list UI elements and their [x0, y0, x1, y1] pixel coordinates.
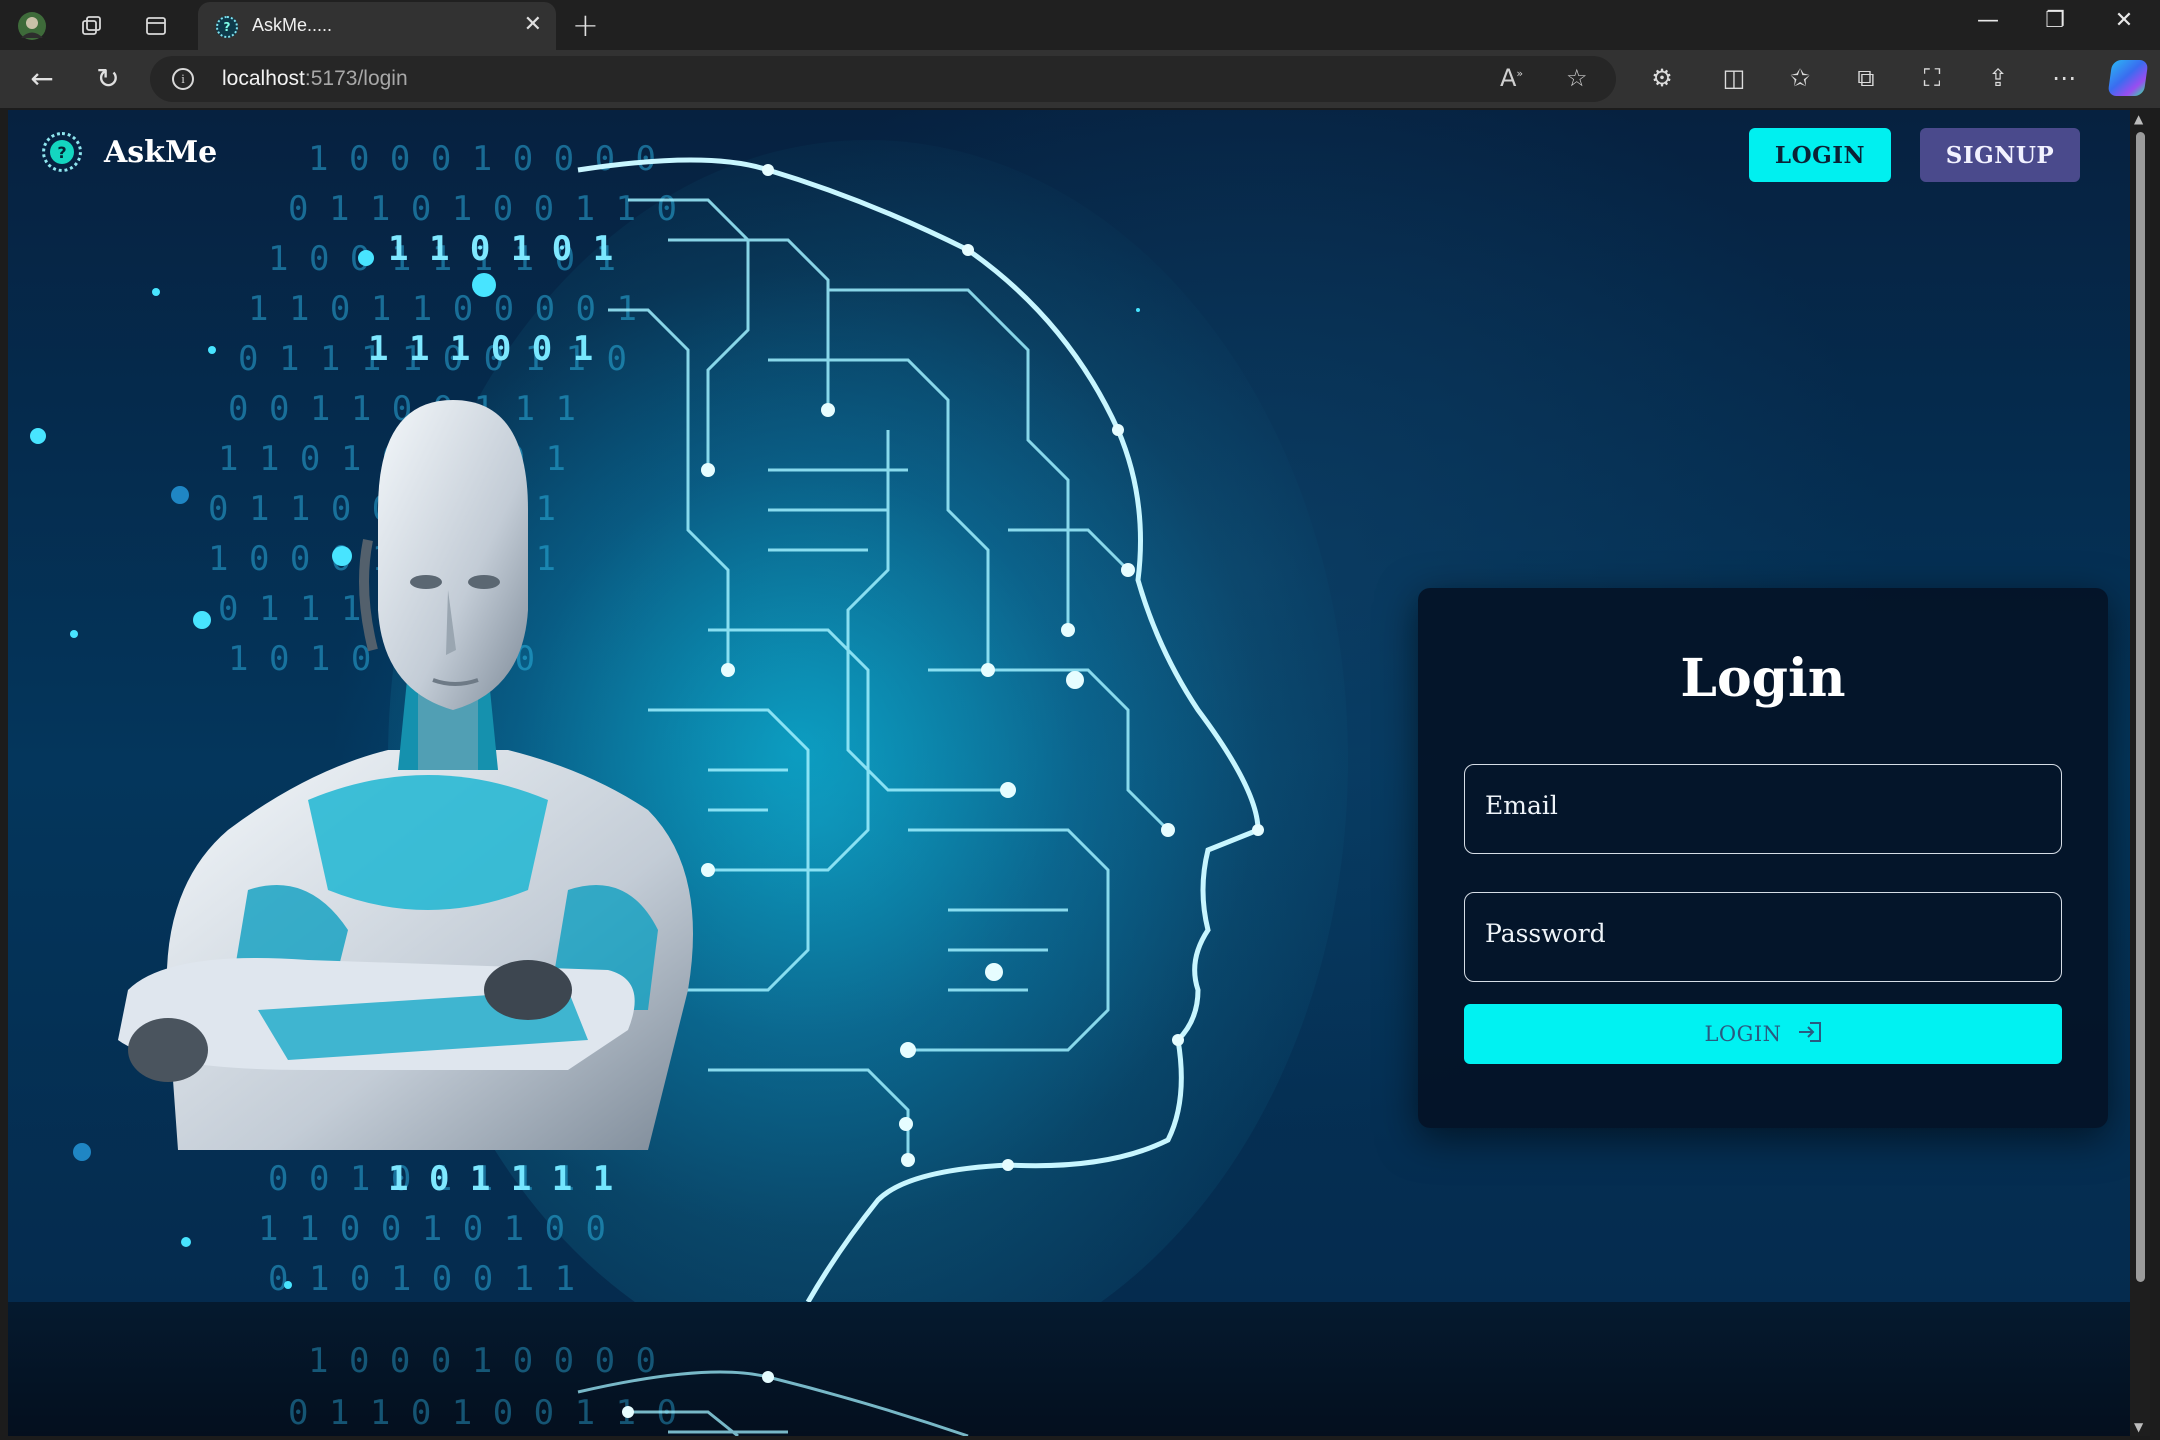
screenshot-icon[interactable]: ⛶ [1912, 64, 1952, 92]
site-info-icon[interactable]: i [172, 68, 194, 90]
scroll-thumb[interactable] [2136, 132, 2145, 1282]
page-scrollbar[interactable]: ▲ ▼ [2130, 110, 2150, 1436]
browser-tab-active[interactable]: ? AskMe..... ✕ [198, 2, 556, 50]
scroll-down-arrow-icon[interactable]: ▼ [2134, 1420, 2143, 1434]
workspaces-icon[interactable] [76, 10, 108, 42]
extensions-icon[interactable]: ⚙ [1642, 64, 1682, 92]
new-tab-button[interactable]: + [572, 6, 599, 44]
svg-text:1 0 0 0 1 0 0 0 0: 1 0 0 0 1 0 0 0 0 [308, 139, 656, 179]
minimize-button[interactable]: — [1968, 8, 2008, 33]
login-card: Login Email Password LOGIN [1418, 588, 2108, 1128]
svg-text:0 1 0 1 0 0 1 1: 0 1 0 1 0 0 1 1 [268, 1259, 575, 1299]
tab-title: AskMe..... [252, 15, 333, 35]
login-title: Login [1680, 648, 1846, 709]
page-viewport: 1 0 0 0 1 0 0 0 0 0 1 1 0 1 0 0 1 1 0 1 … [8, 110, 2130, 1436]
brand-name: AskMe [104, 134, 218, 170]
share-icon[interactable]: ⇪ [1978, 64, 2018, 92]
browser-tab-strip: ? AskMe..... ✕ + — ❐ ✕ [0, 0, 2160, 50]
hero-background-repeat: 1 0 0 0 1 0 0 0 0 0 1 1 0 1 0 0 1 1 0 [8, 1302, 2130, 1436]
svg-text:1 1 0 1 0 1: 1 1 0 1 0 1 [388, 229, 613, 269]
circuit-pattern-repeat: 1 0 0 0 1 0 0 0 0 0 1 1 0 1 0 0 1 1 0 [288, 1341, 969, 1436]
favorites-icon[interactable]: ✩ [1780, 64, 1820, 92]
more-icon[interactable]: ⋯ [2044, 64, 2084, 92]
login-submit-label: LOGIN [1704, 1022, 1782, 1046]
tab-close-icon[interactable]: ✕ [524, 12, 542, 37]
read-aloud-icon[interactable]: A» [1500, 64, 1523, 92]
password-placeholder: Password [1485, 919, 1606, 948]
brand[interactable]: ? AskMe [42, 132, 217, 172]
askme-favicon-icon: ? [216, 16, 238, 38]
split-screen-icon[interactable]: ◫ [1714, 64, 1754, 92]
svg-text:1 0 0 0 1 0 0 0 0: 1 0 0 0 1 0 0 0 0 [308, 1341, 656, 1381]
login-enter-icon [1796, 1021, 1822, 1048]
password-field[interactable]: Password [1464, 892, 2062, 982]
profile-avatar-icon[interactable] [16, 10, 48, 42]
url-field[interactable]: i localhost:5173/login A» ☆ [150, 56, 1616, 102]
refresh-icon[interactable]: ↻ [88, 62, 128, 95]
login-submit-button[interactable]: LOGIN [1464, 1004, 2062, 1064]
browser-address-bar: ← ↻ i localhost:5173/login A» ☆ ⚙ ◫ ✩ ⧉ … [0, 50, 2160, 108]
hero-background: 1 0 0 0 1 0 0 0 0 0 1 1 0 1 0 0 1 1 0 1 … [8, 110, 2130, 1302]
restore-button[interactable]: ❐ [2035, 8, 2075, 33]
tab-actions-icon[interactable] [140, 10, 172, 42]
svg-text:0 1 1 0 1 0 0 1 1 0: 0 1 1 0 1 0 0 1 1 0 [288, 189, 677, 229]
nav-login-button[interactable]: LOGIN [1749, 128, 1891, 182]
collections-icon[interactable]: ⧉ [1846, 64, 1886, 92]
favorite-star-icon[interactable]: ☆ [1566, 64, 1588, 92]
nav-signup-button[interactable]: SIGNUP [1920, 128, 2080, 182]
svg-text:0 1 1 0 1 0 0 1 1 0: 0 1 1 0 1 0 0 1 1 0 [288, 1393, 677, 1433]
email-field[interactable]: Email [1464, 764, 2062, 854]
window-close-button[interactable]: ✕ [2104, 8, 2144, 33]
email-placeholder: Email [1485, 791, 1558, 820]
askme-logo-icon: ? [42, 132, 82, 172]
scroll-up-arrow-icon[interactable]: ▲ [2134, 112, 2143, 126]
back-arrow-icon[interactable]: ← [22, 62, 62, 95]
copilot-icon[interactable] [2107, 60, 2149, 96]
url-text: localhost:5173/login [222, 67, 408, 90]
